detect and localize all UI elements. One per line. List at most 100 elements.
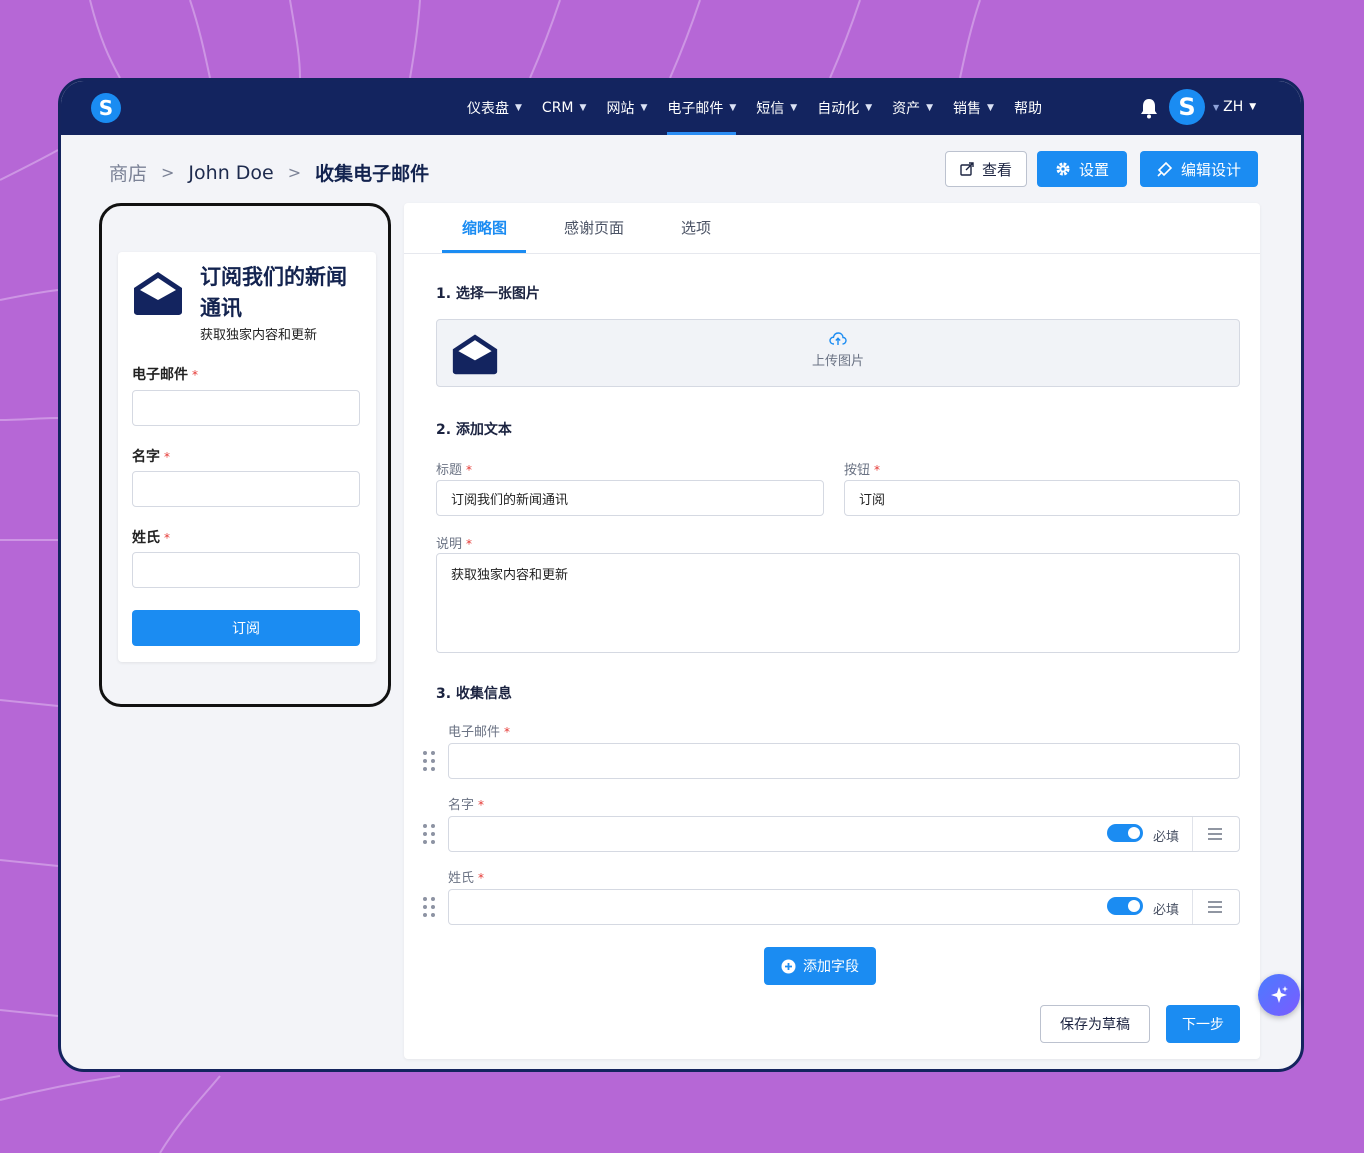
- tab-options[interactable]: 选项: [681, 217, 711, 238]
- description-textarea[interactable]: 获取独家内容和更新: [436, 553, 1240, 653]
- menu-icon[interactable]: [1207, 828, 1223, 840]
- collect-firstname-input[interactable]: 必填: [448, 816, 1240, 852]
- label-text: 按钮: [844, 463, 871, 478]
- label-text: 说明: [436, 537, 463, 552]
- title-field-label: 标题 *: [436, 459, 472, 478]
- required-star: *: [192, 368, 198, 382]
- collect-firstname-label: 名字 *: [448, 794, 484, 813]
- label-text: 电子邮件: [448, 725, 501, 740]
- divider: [1192, 817, 1193, 851]
- preview-description: 获取独家内容和更新: [200, 328, 318, 343]
- preview-card: 订阅我们的新闻通讯 获取独家内容和更新 电子邮件 * 名字 * 姓氏 * 订阅: [118, 252, 376, 662]
- phone-preview: 订阅我们的新闻通讯 获取独家内容和更新 电子邮件 * 名字 * 姓氏 * 订阅: [99, 203, 391, 707]
- image-upload-area[interactable]: 上传图片: [436, 319, 1240, 387]
- section-collect-info: 3. 收集信息: [436, 686, 512, 702]
- required-toggle[interactable]: [1107, 824, 1143, 842]
- nav-item-dashboard[interactable]: 仪表盘 ▼: [467, 81, 522, 135]
- upload-label: 上传图片: [811, 354, 864, 369]
- nav-label: 短信: [756, 101, 785, 117]
- section-choose-image: 1. 选择一张图片: [436, 286, 540, 302]
- nav-label: CRM: [541, 100, 574, 116]
- nav-label: 网站: [606, 101, 635, 117]
- collect-email-label: 电子邮件 *: [448, 721, 510, 740]
- avatar[interactable]: S: [1169, 89, 1205, 125]
- drag-handle-icon[interactable]: [422, 749, 436, 773]
- save-draft-button[interactable]: 保存为草稿: [1040, 1005, 1150, 1043]
- bell-icon[interactable]: [1139, 97, 1159, 119]
- nav-item-assets[interactable]: 资产 ▼: [892, 81, 933, 135]
- label-text: 名字: [448, 798, 475, 813]
- nav-item-automation[interactable]: 自动化 ▼: [817, 81, 872, 135]
- preview-subscribe-button[interactable]: 订阅: [132, 610, 360, 646]
- next-button[interactable]: 下一步: [1166, 1005, 1240, 1043]
- label-text: 名字: [132, 449, 160, 465]
- drag-handle-icon[interactable]: [422, 895, 436, 919]
- drag-handle-icon[interactable]: [422, 822, 436, 846]
- section-add-text: 2. 添加文本: [436, 422, 512, 438]
- required-star: *: [466, 537, 473, 551]
- required-star: *: [874, 463, 881, 477]
- label-text: 电子邮件: [132, 367, 188, 383]
- settings-button-label: 设置: [1078, 160, 1109, 179]
- collect-lastname-input[interactable]: 必填: [448, 889, 1240, 925]
- preview-lastname-input[interactable]: [132, 552, 360, 588]
- nav-item-website[interactable]: 网站 ▼: [606, 81, 647, 135]
- ai-assistant-button[interactable]: [1258, 974, 1300, 1016]
- tab-thumbnail[interactable]: 缩略图: [462, 217, 507, 238]
- app-logo[interactable]: S: [91, 93, 121, 123]
- label-text: 姓氏: [448, 871, 475, 886]
- nav-item-sales[interactable]: 销售 ▼: [953, 81, 994, 135]
- nav-item-email[interactable]: 电子邮件 ▼: [667, 81, 736, 135]
- breadcrumb-store[interactable]: 商店: [109, 159, 147, 186]
- breadcrumb-user[interactable]: John Doe: [188, 162, 273, 184]
- top-navigation-bar: S 仪表盘 ▼ CRM ▼ 网站 ▼ 电子邮件 ▼ 短信 ▼ 自动化 ▼ 资产 ▼ 销售 ▼ 帮…: [61, 81, 1301, 135]
- language-selector[interactable]: ▼ ZH ▼: [1213, 99, 1256, 115]
- chevron-down-icon: ▼: [865, 103, 873, 113]
- view-button-label: 查看: [981, 160, 1012, 179]
- nav-label: 仪表盘: [467, 101, 509, 117]
- nav-label: 电子邮件: [667, 101, 724, 117]
- add-field-button[interactable]: 添加字段: [764, 947, 876, 985]
- chevron-down-icon: ▼: [729, 103, 737, 113]
- chevron-down-icon: ▼: [987, 103, 994, 113]
- chevron-right-icon: >: [287, 163, 302, 182]
- preview-firstname-input[interactable]: [132, 471, 360, 507]
- breadcrumb: 商店 > John Doe > 收集电子邮件: [109, 159, 429, 186]
- envelope-open-icon: [134, 272, 182, 315]
- required-toggle[interactable]: [1107, 897, 1143, 915]
- preview-firstname-label: 名字 *: [132, 446, 170, 466]
- upload-prompt: 上传图片: [437, 332, 1239, 369]
- collect-email-input[interactable]: [448, 743, 1240, 779]
- view-button[interactable]: 查看: [945, 151, 1027, 187]
- button-text-input[interactable]: 订阅: [844, 480, 1240, 516]
- brush-icon: [1157, 161, 1173, 177]
- preview-email-label: 电子邮件 *: [132, 364, 198, 384]
- required-label: 必填: [1152, 830, 1179, 845]
- nav-item-help[interactable]: 帮助: [1014, 81, 1042, 135]
- edit-design-button[interactable]: 编辑设计: [1140, 151, 1258, 187]
- external-edit-icon: [960, 162, 974, 176]
- settings-panel: 缩略图 感谢页面 选项 1. 选择一张图片 上传图片 2. 添加文本 标题 * 订…: [404, 203, 1260, 1059]
- settings-button[interactable]: 设置: [1037, 151, 1127, 187]
- nav-label: 帮助: [1013, 101, 1042, 117]
- tab-thank-you-page[interactable]: 感谢页面: [564, 217, 624, 238]
- button-field-label: 按钮 *: [844, 459, 880, 478]
- preview-email-input[interactable]: [132, 390, 360, 426]
- add-field-label: 添加字段: [803, 959, 859, 975]
- menu-icon[interactable]: [1207, 901, 1223, 913]
- nav-item-crm[interactable]: CRM ▼: [542, 81, 587, 135]
- edit-design-button-label: 编辑设计: [1180, 160, 1241, 179]
- nav-item-sms[interactable]: 短信 ▼: [756, 81, 797, 135]
- app-window: S 仪表盘 ▼ CRM ▼ 网站 ▼ 电子邮件 ▼ 短信 ▼ 自动化 ▼ 资产 ▼ 销售 ▼ 帮…: [58, 78, 1304, 1072]
- title-input[interactable]: 订阅我们的新闻通讯: [436, 480, 824, 516]
- nav-label: 自动化: [817, 101, 860, 117]
- chevron-right-icon: >: [161, 163, 175, 182]
- required-star: *: [164, 450, 170, 464]
- nav-label: 销售: [953, 101, 982, 117]
- preview-lastname-label: 姓氏 *: [132, 527, 170, 547]
- required-star: *: [164, 531, 170, 545]
- nav-label: 资产: [892, 101, 921, 117]
- plus-circle-icon: [781, 959, 796, 973]
- required-star: *: [478, 871, 485, 885]
- chevron-down-icon: ▼: [640, 103, 648, 113]
